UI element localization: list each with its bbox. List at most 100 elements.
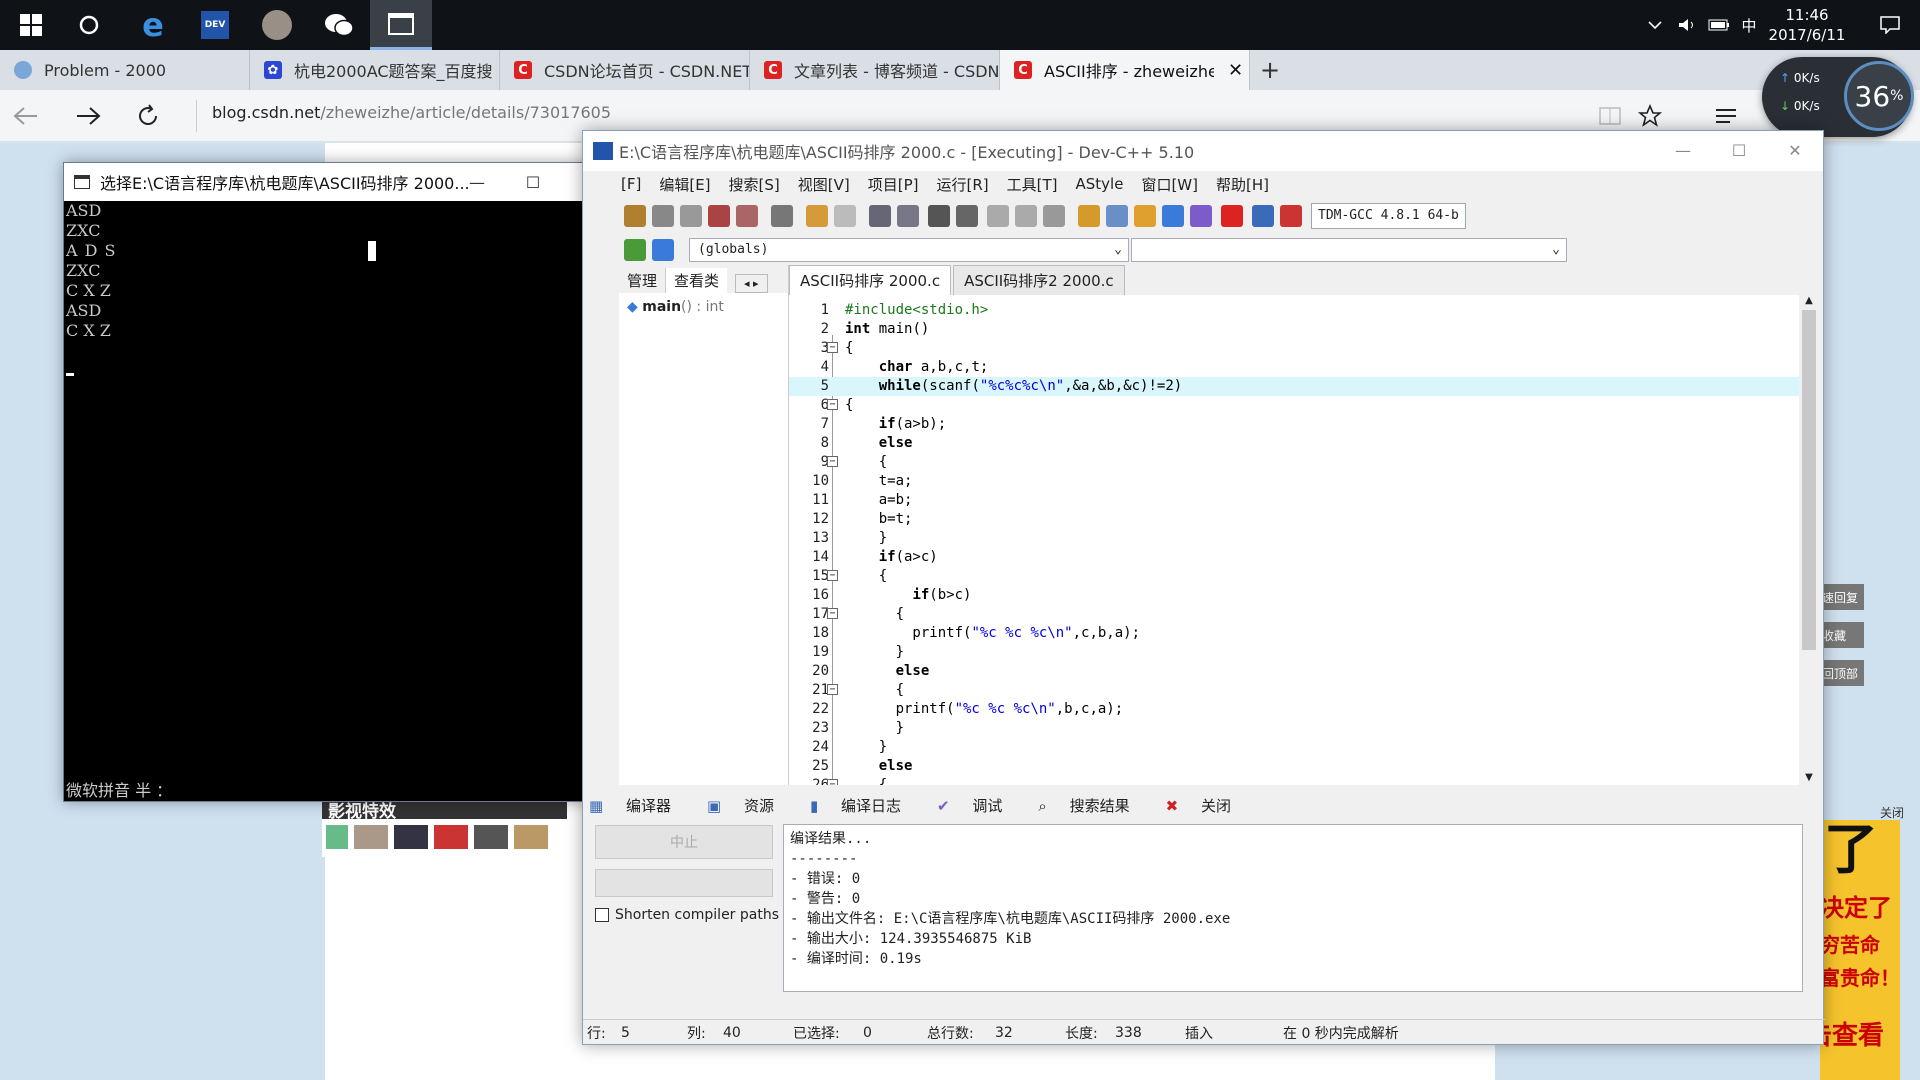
fold-toggle-icon[interactable]: −: [827, 342, 838, 353]
tab-resources[interactable]: ▣ 资源: [707, 795, 792, 816]
tab-csdn-forum[interactable]: C CSDN论坛首页 - CSDN.NET: [500, 50, 750, 90]
quick-reply-button[interactable]: 速回复: [1820, 584, 1864, 610]
maximize-icon[interactable]: ☐: [505, 163, 561, 201]
code-line[interactable]: 2 int main(): [789, 320, 1799, 339]
ime-indicator[interactable]: 中: [1736, 0, 1762, 50]
code-line[interactable]: 10 t=a;: [789, 472, 1799, 491]
maximize-icon[interactable]: ☐: [1711, 131, 1767, 169]
toggle-bookmark-icon[interactable]: [956, 205, 978, 227]
menu-file[interactable]: [F]: [621, 175, 641, 193]
fold-toggle-icon[interactable]: −: [827, 684, 838, 695]
thumbnail[interactable]: [514, 825, 548, 849]
fold-toggle-icon[interactable]: −: [827, 570, 838, 581]
thumbnail[interactable]: [434, 825, 468, 849]
back-button[interactable]: [10, 100, 42, 132]
close-tab-icon[interactable]: ✕: [1228, 60, 1243, 81]
scope-select[interactable]: (globals) ⌄: [689, 238, 1129, 262]
cortana-button[interactable]: [58, 0, 120, 50]
compile-icon[interactable]: [1134, 205, 1156, 227]
code-line[interactable]: 15 {: [789, 567, 1799, 586]
code-line[interactable]: 9 {: [789, 453, 1799, 472]
tab-problem-2000[interactable]: Problem - 2000: [0, 50, 250, 90]
indent-icon[interactable]: [1015, 205, 1037, 227]
stop-icon[interactable]: [1221, 205, 1243, 227]
taskbar-app-avatar[interactable]: [246, 0, 308, 50]
fold-toggle-icon[interactable]: −: [827, 456, 838, 467]
tab-classes[interactable]: 查看类: [666, 268, 728, 293]
tab-compiler[interactable]: ▦ 编译器: [589, 795, 689, 816]
save-icon[interactable]: [652, 205, 674, 227]
menu-help[interactable]: 帮助[H]: [1216, 174, 1269, 195]
code-editor[interactable]: 1 #include<stdio.h> 2 int main() 3{4 char a,…: [789, 295, 1799, 785]
close-all-icon[interactable]: [736, 205, 758, 227]
code-line[interactable]: 26 {: [789, 776, 1799, 785]
window-icon[interactable]: [1106, 205, 1128, 227]
abort-button[interactable]: 中止: [595, 825, 773, 859]
bookmark-icon[interactable]: [652, 239, 674, 261]
code-line[interactable]: 13 }: [789, 529, 1799, 548]
code-line[interactable]: 17 {: [789, 605, 1799, 624]
insert-icon[interactable]: [624, 239, 646, 261]
taskbar-wechat[interactable]: [308, 0, 370, 50]
function-select[interactable]: ⌄: [1131, 238, 1567, 262]
code-line[interactable]: 19 }: [789, 643, 1799, 662]
menu-tools[interactable]: 工具[T]: [1007, 174, 1058, 195]
thumbnail-strip[interactable]: [322, 825, 567, 849]
shorten-paths-checkbox[interactable]: Shorten compiler paths: [595, 907, 779, 923]
devcpp-titlebar[interactable]: E:\C语言程序库\杭电题库\ASCII码排序 2000.c - [Execut…: [583, 131, 1823, 171]
fold-toggle-icon[interactable]: −: [827, 608, 838, 619]
minimize-icon[interactable]: —: [449, 163, 505, 201]
devcpp-window[interactable]: E:\C语言程序库\杭电题库\ASCII码排序 2000.c - [Execut…: [582, 130, 1825, 1045]
code-line[interactable]: 20 else: [789, 662, 1799, 681]
run-icon[interactable]: [1162, 205, 1184, 227]
tab-baidu-search[interactable]: ✿ 杭电2000AC题答案_百度搜: [250, 50, 500, 90]
compiler-select[interactable]: TDM-GCC 4.8.1 64-b: [1311, 203, 1466, 229]
undo-icon[interactable]: [806, 205, 828, 227]
taskbar-console[interactable]: [370, 0, 432, 50]
thumbnail[interactable]: [326, 825, 348, 849]
scroll-thumb[interactable]: [1802, 310, 1816, 650]
battery-icon[interactable]: [1704, 0, 1734, 50]
code-line[interactable]: 11 a=b;: [789, 491, 1799, 510]
menu-edit[interactable]: 编辑[E]: [659, 174, 710, 195]
editor-scrollbar[interactable]: ▲ ▼: [1799, 295, 1819, 785]
tab-ascii-2000-c[interactable]: ASCII码排序 2000.c: [789, 265, 952, 295]
print-icon[interactable]: [771, 205, 793, 227]
scroll-down-icon[interactable]: ▼: [1799, 772, 1819, 783]
thumbnail[interactable]: [474, 825, 508, 849]
code-line[interactable]: 1 #include<stdio.h>: [789, 301, 1799, 320]
reading-view-button[interactable]: [1594, 100, 1626, 132]
menu-astyle[interactable]: AStyle: [1076, 175, 1124, 193]
volume-icon[interactable]: [1672, 0, 1702, 50]
tab-manage[interactable]: 管理: [619, 268, 667, 293]
save-all-icon[interactable]: [680, 205, 702, 227]
minimize-icon[interactable]: —: [1655, 131, 1711, 169]
start-button[interactable]: [0, 0, 62, 50]
class-tree-item[interactable]: ◆ main() : int: [619, 293, 788, 321]
tray-chevron-icon[interactable]: [1640, 0, 1670, 50]
replace-icon[interactable]: [897, 205, 919, 227]
scroll-up-icon[interactable]: ▲: [1799, 295, 1819, 306]
favorite-star-button[interactable]: [1634, 100, 1666, 132]
comment-icon[interactable]: [1043, 205, 1065, 227]
code-line[interactable]: 25 else: [789, 757, 1799, 776]
favorite-button[interactable]: 收藏: [1820, 622, 1864, 648]
code-line[interactable]: 6{: [789, 396, 1799, 415]
goto-line-icon[interactable]: [928, 205, 950, 227]
find-icon[interactable]: [869, 205, 891, 227]
fold-toggle-icon[interactable]: −: [827, 779, 838, 785]
thumbnail[interactable]: [354, 825, 388, 849]
chart-icon[interactable]: [1252, 205, 1274, 227]
code-line[interactable]: 18 printf("%c %c %c\n",c,b,a);: [789, 624, 1799, 643]
menu-window[interactable]: 窗口[W]: [1141, 174, 1198, 195]
network-monitor-widget[interactable]: ↑ 0K/s ↓ 0K/s 36%: [1762, 57, 1914, 137]
taskbar-edge[interactable]: e: [122, 0, 184, 50]
code-line[interactable]: 24 }: [789, 738, 1799, 757]
code-line[interactable]: 5 while(scanf("%c%c%c\n",&a,&b,&c)!=2): [789, 377, 1799, 396]
tab-ascii-sort[interactable]: C ASCII排序 - zheweizhe的 ✕: [1000, 50, 1250, 90]
menu-search[interactable]: 搜索[S]: [729, 174, 780, 195]
tab-search-results[interactable]: ⌕ 搜索结果: [1038, 795, 1147, 816]
code-line[interactable]: 16 if(b>c): [789, 586, 1799, 605]
code-line[interactable]: 21 {: [789, 681, 1799, 700]
menu-view[interactable]: 视图[V]: [798, 174, 850, 195]
